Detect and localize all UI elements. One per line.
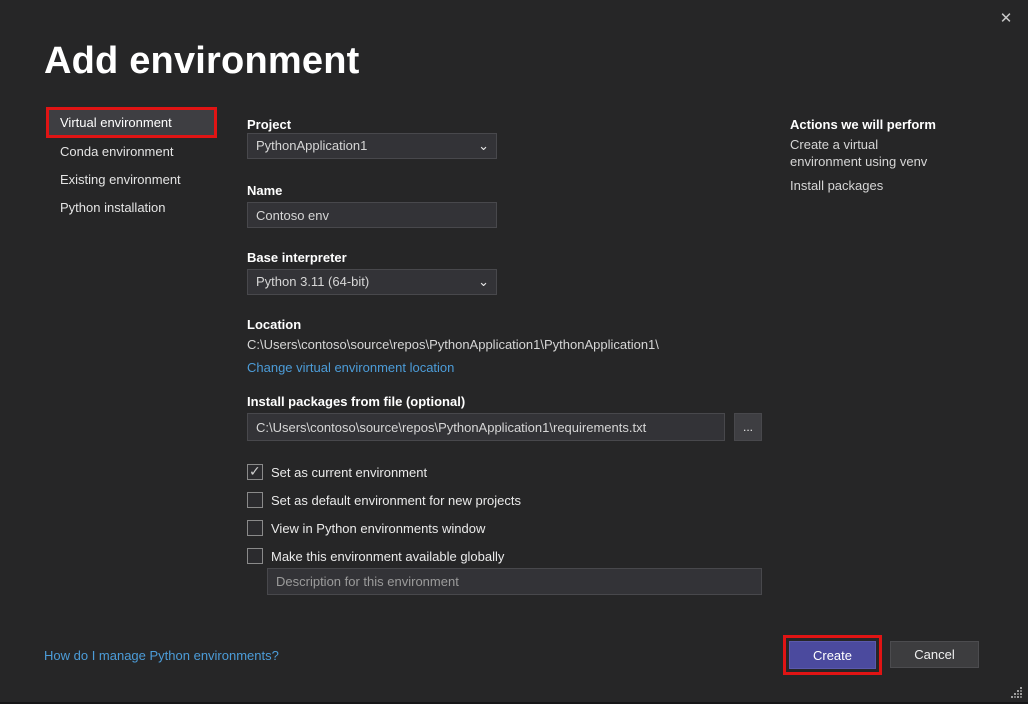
checkbox-available-globally[interactable]	[247, 548, 263, 564]
sidebar-item-conda-environment[interactable]: Conda environment	[47, 138, 217, 166]
checkbox-set-default-environment[interactable]	[247, 492, 263, 508]
install-packages-label: Install packages from file (optional)	[247, 394, 465, 409]
base-interpreter-dropdown[interactable]: Python 3.11 (64-bit) ⌄	[247, 269, 497, 295]
manage-environments-help-link[interactable]: How do I manage Python environments?	[44, 648, 279, 663]
change-location-link[interactable]: Change virtual environment location	[247, 360, 454, 375]
action-item-create-venv: Create a virtual environment using venv	[790, 136, 950, 170]
location-path: C:\Users\contoso\source\repos\PythonAppl…	[247, 337, 659, 352]
create-button[interactable]: Create	[789, 641, 876, 669]
chevron-down-icon: ⌄	[478, 134, 489, 157]
project-label: Project	[247, 117, 291, 132]
location-label: Location	[247, 317, 301, 332]
checkbox-view-environments-window[interactable]	[247, 520, 263, 536]
name-label: Name	[247, 183, 282, 198]
base-interpreter-label: Base interpreter	[247, 250, 347, 265]
checkbox-label: Make this environment available globally	[271, 549, 504, 564]
name-input[interactable]	[247, 202, 497, 228]
chevron-down-icon: ⌄	[478, 270, 489, 293]
close-icon[interactable]: ✕	[993, 8, 1019, 30]
checkbox-label: Set as current environment	[271, 465, 427, 480]
resize-grip[interactable]	[1011, 687, 1013, 689]
description-input[interactable]	[267, 568, 762, 595]
cancel-button[interactable]: Cancel	[890, 641, 979, 668]
sidebar-item-python-installation[interactable]: Python installation	[47, 194, 217, 222]
add-environment-dialog: ✕ Add environment Virtual environment Co…	[0, 0, 1028, 704]
requirements-file-input[interactable]	[247, 413, 725, 441]
page-title: Add environment	[44, 40, 359, 83]
project-dropdown-value: PythonApplication1	[256, 138, 367, 153]
action-item-install-packages: Install packages	[790, 177, 950, 194]
browse-button[interactable]: ...	[734, 413, 762, 441]
sidebar-item-existing-environment[interactable]: Existing environment	[47, 166, 217, 194]
checkbox-set-current-environment[interactable]	[247, 464, 263, 480]
sidebar-item-virtual-environment[interactable]: Virtual environment	[47, 109, 217, 137]
base-interpreter-dropdown-value: Python 3.11 (64-bit)	[256, 274, 369, 289]
project-dropdown[interactable]: PythonApplication1 ⌄	[247, 133, 497, 159]
checkbox-label: Set as default environment for new proje…	[271, 493, 521, 508]
actions-panel-heading: Actions we will perform	[790, 117, 936, 132]
checkbox-label: View in Python environments window	[271, 521, 485, 536]
